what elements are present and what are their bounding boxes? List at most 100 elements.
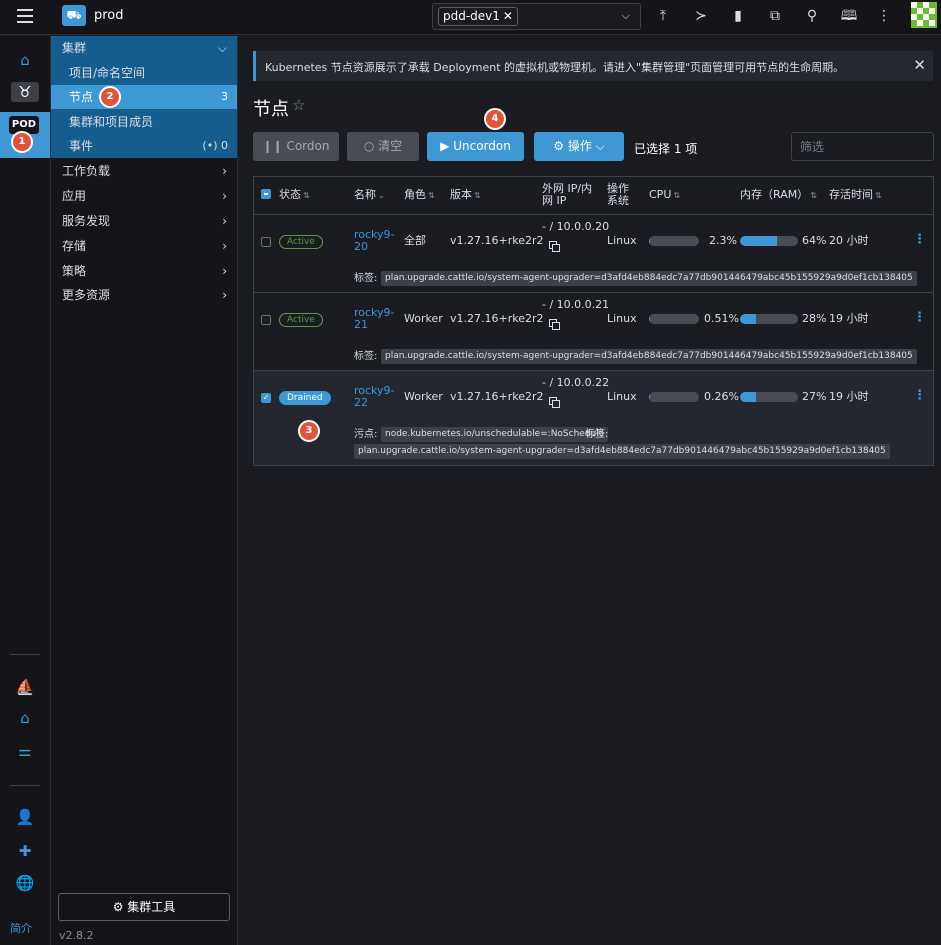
column-header-os[interactable]: 操作 系统 bbox=[607, 183, 629, 207]
cpu-usage-bar bbox=[649, 392, 699, 402]
sort-icon: ⇅ bbox=[810, 191, 817, 200]
close-icon[interactable]: ✕ bbox=[913, 56, 926, 74]
fleet-icon[interactable]: ⛵ bbox=[11, 677, 39, 697]
play-icon: ▶ bbox=[440, 139, 454, 153]
copy-icon[interactable] bbox=[549, 397, 561, 409]
favorite-star-icon[interactable]: ☆ bbox=[292, 96, 305, 114]
column-header-ram[interactable]: 内存（RAM） ⇅ bbox=[740, 189, 817, 202]
upload-icon[interactable]: ⤒ bbox=[654, 7, 672, 25]
local-cluster-icon[interactable]: ♉ bbox=[11, 82, 39, 102]
nav-group-workload[interactable]: 工作负载 › bbox=[51, 159, 237, 183]
node-age: 20 小时 bbox=[829, 234, 869, 247]
plugin-icon[interactable]: ✚ bbox=[11, 841, 39, 861]
node-name-link[interactable]: rocky9- 21 bbox=[354, 307, 395, 331]
column-header-version[interactable]: 版本 ⇅ bbox=[450, 189, 481, 202]
about-link[interactable]: 简介 bbox=[10, 920, 32, 936]
column-header-age[interactable]: 存活时间 ⇅ bbox=[829, 189, 882, 202]
row-checkbox[interactable] bbox=[261, 315, 271, 325]
cluster-management-icon[interactable]: ⌂ bbox=[11, 708, 39, 728]
status-badge: Active bbox=[279, 235, 323, 249]
drain-button[interactable]: ○ 清空 bbox=[347, 132, 419, 161]
table-row[interactable]: Active rocky9- 21 Worker v1.27.16+rke2r2 … bbox=[254, 292, 933, 370]
extensions-icon[interactable]: ⚌ bbox=[11, 741, 39, 761]
row-checkbox-checked[interactable]: ✓ bbox=[261, 393, 271, 403]
copy-icon[interactable] bbox=[549, 319, 561, 331]
column-header-cpu[interactable]: CPU ⇅ bbox=[649, 189, 680, 202]
namespace-filter-select[interactable]: pdd-dev1 ✕ ⌵ bbox=[432, 3, 641, 30]
gear-icon: ⚙ bbox=[112, 900, 128, 914]
cpu-usage-text: 2.3% bbox=[709, 234, 737, 247]
selection-count: 已选择 1 项 bbox=[634, 142, 698, 156]
terminal-icon[interactable]: ≻ bbox=[692, 7, 710, 25]
column-header-state[interactable]: 状态 ⇅ bbox=[279, 189, 310, 202]
labels-key: 标签: bbox=[354, 351, 378, 362]
hamburger-menu-icon[interactable] bbox=[17, 9, 33, 23]
cluster-name: prod bbox=[94, 8, 124, 23]
label-tag: plan.upgrade.cattle.io/system-agent-upgr… bbox=[381, 271, 917, 286]
more-vert-icon[interactable]: ⋮ bbox=[875, 7, 893, 25]
header-label: 版本 bbox=[450, 188, 472, 201]
namespace-chip-label: pdd-dev1 bbox=[443, 9, 500, 23]
labels-key: 标签: bbox=[354, 273, 378, 284]
book-icon[interactable]: 🕮 bbox=[840, 7, 858, 25]
nav-item-members[interactable]: 集群和项目成员 bbox=[51, 110, 237, 134]
column-header-ip[interactable]: 外网 IP/内网 IP bbox=[542, 183, 592, 207]
ram-usage-bar bbox=[740, 314, 798, 324]
node-name-link[interactable]: rocky9- 20 bbox=[354, 229, 395, 253]
ram-usage-fill bbox=[740, 314, 757, 324]
users-icon[interactable]: 👤 bbox=[11, 807, 39, 827]
status-badge: Drained bbox=[279, 391, 331, 405]
node-version: v1.27.16+rke2r2 bbox=[450, 234, 544, 247]
globe-icon[interactable]: 🌐 bbox=[11, 873, 39, 893]
chevron-down-icon[interactable]: ⌵ bbox=[622, 9, 630, 23]
chevron-right-icon: › bbox=[222, 264, 227, 278]
cluster-rail: ⌂ ♉ POD ⛵ ⌂ ⚌ 👤 ✚ 🌐 简介 bbox=[0, 36, 51, 945]
cluster-tools-button[interactable]: ⚙ 集群工具 bbox=[58, 893, 230, 921]
namespace-chip: pdd-dev1 ✕ bbox=[438, 7, 518, 26]
nav-group-service-discovery[interactable]: 服务发现 › bbox=[51, 209, 237, 233]
table-row[interactable]: ✓ Drained rocky9- 22 Worker v1.27.16+rke2… bbox=[254, 370, 933, 465]
table-row[interactable]: Active rocky9- 20 全部 v1.27.16+rke2r2 - / … bbox=[254, 214, 933, 292]
node-name-link[interactable]: rocky9- 22 bbox=[354, 385, 395, 409]
filter-input[interactable] bbox=[791, 132, 934, 161]
row-actions-icon[interactable]: ⋮ bbox=[913, 233, 926, 246]
column-header-role[interactable]: 角色 ⇅ bbox=[404, 189, 435, 202]
node-ip: - / 10.0.0.20 bbox=[542, 220, 610, 233]
nav-group-apps[interactable]: 应用 › bbox=[51, 184, 237, 208]
sort-icon: ⇅ bbox=[428, 191, 435, 200]
search-icon[interactable]: ⚲ bbox=[803, 7, 821, 25]
nav-group-cluster[interactable]: 集群 ⌵ bbox=[51, 36, 237, 60]
cluster-tools-label: 集群工具 bbox=[127, 900, 176, 914]
nav-item-projects[interactable]: 项目/命名空间 bbox=[51, 61, 237, 85]
banner-text: Kubernetes 节点资源展示了承载 Deployment 的虚拟机或物理机… bbox=[265, 61, 845, 74]
column-header-name[interactable]: 名称 ⌄ bbox=[354, 189, 385, 202]
node-os: Linux bbox=[607, 312, 637, 325]
row-actions-icon[interactable]: ⋮ bbox=[913, 389, 926, 402]
nav-group-label: 应用 bbox=[62, 189, 87, 203]
file-icon[interactable]: ▮ bbox=[729, 7, 747, 25]
taints-key: 污点: bbox=[354, 429, 378, 440]
nav-group-more-resources[interactable]: 更多资源 › bbox=[51, 283, 237, 307]
nav-group-policy[interactable]: 策略 › bbox=[51, 259, 237, 283]
remove-namespace-icon[interactable]: ✕ bbox=[503, 9, 513, 23]
select-all-checkbox[interactable] bbox=[261, 189, 271, 199]
home-icon[interactable]: ⌂ bbox=[11, 50, 39, 70]
row-actions-icon[interactable]: ⋮ bbox=[913, 311, 926, 324]
rail-divider bbox=[10, 654, 40, 655]
nav-item-events[interactable]: 事件 (•) 0 bbox=[51, 134, 237, 158]
status-badge: Active bbox=[279, 313, 323, 327]
node-age: 19 小时 bbox=[829, 390, 869, 403]
nav-group-storage[interactable]: 存储 › bbox=[51, 234, 237, 258]
actions-dropdown-button[interactable]: ⚙ 操作 ⌵ bbox=[534, 132, 624, 161]
node-version: v1.27.16+rke2r2 bbox=[450, 390, 544, 403]
chevron-down-icon: ⌵ bbox=[217, 41, 227, 55]
copy-config-icon[interactable]: ⧉ bbox=[766, 7, 784, 25]
cordon-button[interactable]: ❙❙ Cordon bbox=[253, 132, 339, 161]
nav-item-nodes[interactable]: 节点 3 bbox=[51, 85, 237, 109]
copy-icon[interactable] bbox=[549, 241, 561, 253]
node-role: Worker bbox=[404, 312, 443, 325]
row-checkbox[interactable] bbox=[261, 237, 271, 247]
header-label: 存活时间 bbox=[829, 188, 873, 201]
uncordon-button[interactable]: ▶ Uncordon bbox=[427, 132, 524, 161]
user-avatar[interactable] bbox=[911, 2, 937, 28]
